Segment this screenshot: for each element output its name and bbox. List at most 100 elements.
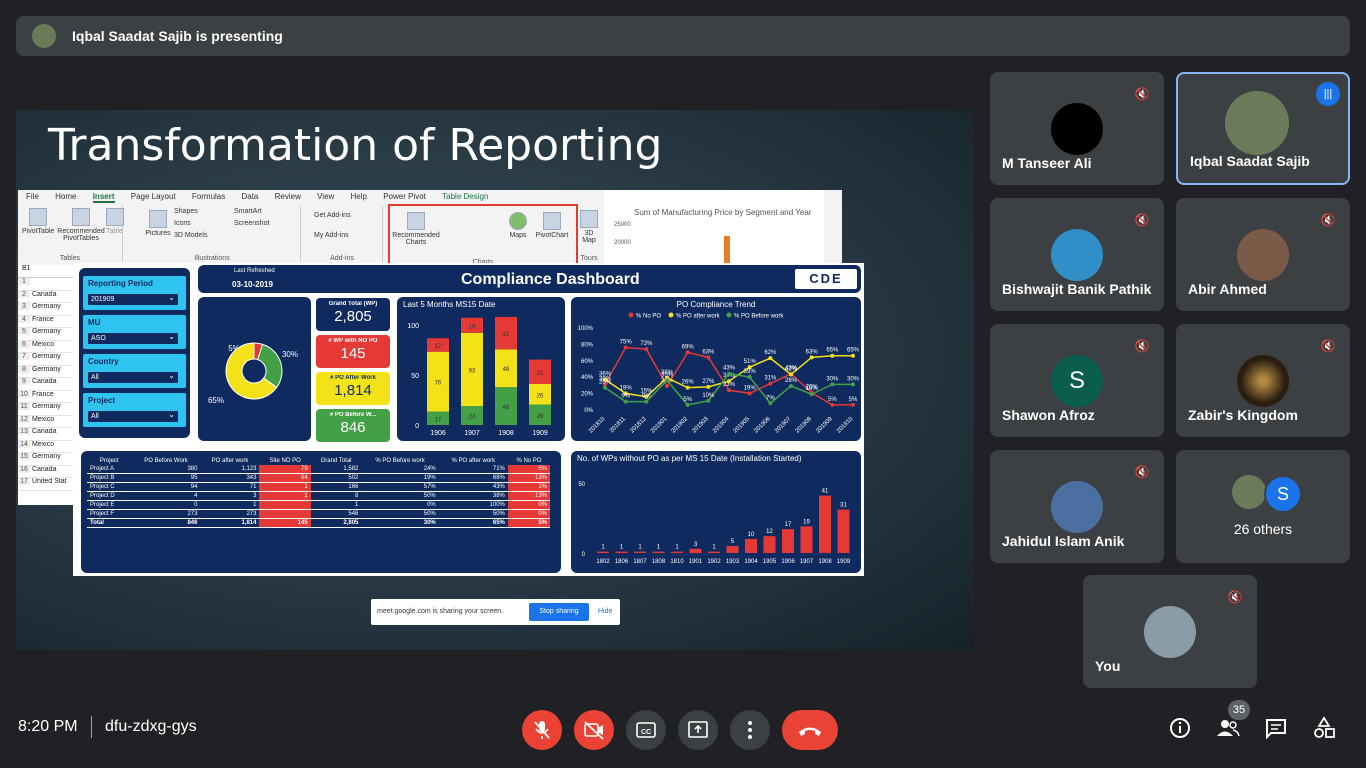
hangup-icon <box>799 727 821 736</box>
filter-project: Project All <box>83 393 186 427</box>
participant-tile[interactable]: 🔇 Zabir's Kingdom <box>1176 324 1350 437</box>
ribbon-tab: View <box>317 192 335 201</box>
column-header[interactable]: % PO after work <box>439 457 508 465</box>
group-label: Illustrations <box>194 255 230 262</box>
data-point <box>665 384 669 389</box>
cell-value: Mexico <box>30 415 55 423</box>
data-label: 65% <box>847 348 860 354</box>
mic-toggle-button[interactable] <box>522 710 562 750</box>
activities-button[interactable] <box>1309 713 1339 743</box>
participant-tile[interactable]: 🔇 Jahidul Islam Anik <box>990 450 1164 563</box>
bar-data-label: 19 <box>803 519 810 525</box>
more-options-button[interactable] <box>730 710 770 750</box>
ribbon-group-tours: 3D Map Tours <box>576 206 602 262</box>
self-tile[interactable]: 🔇 You <box>1083 575 1257 688</box>
data-point <box>768 401 773 406</box>
bar-data-label: 48 <box>503 367 510 373</box>
stop-sharing-button[interactable]: Stop sharing <box>529 603 589 621</box>
group-label: Tables <box>59 255 81 262</box>
activities-icon <box>1314 716 1335 738</box>
filter-select[interactable]: All <box>88 409 178 422</box>
column-header[interactable]: Project <box>87 457 132 465</box>
participant-tile[interactable]: 🔇 M Tanseer Ali <box>990 72 1164 185</box>
ribbon-tab: Formulas <box>191 192 226 201</box>
column-header[interactable]: PO after work <box>200 457 259 465</box>
table-cell: 43% <box>438 482 508 492</box>
y-tick-label: 20% <box>581 392 594 398</box>
meeting-details-button[interactable] <box>1165 713 1195 743</box>
mic-off-icon: 🔇 <box>1134 87 1150 101</box>
people-count-badge: 35 <box>1228 700 1250 720</box>
table-cell: 4 <box>131 491 201 501</box>
bar-data-label: 31 <box>840 503 847 509</box>
sheet-row: 10 France <box>18 390 76 403</box>
screenshot-tool: Screenshot <box>234 220 270 227</box>
table-cell: 79 <box>259 465 311 474</box>
present-button[interactable] <box>678 710 718 750</box>
y-tick-label: 80% <box>581 342 594 348</box>
participant-tile[interactable]: 🔇 Bishwajit Banik Pathik <box>990 198 1164 311</box>
table-cell: 13% <box>507 491 550 501</box>
svg-text:CC: CC <box>641 729 651 736</box>
sheet-row: 1 <box>18 278 76 291</box>
stacked-bar-chart: 100 50 0 17 76 17 1906 24 93 19 1907 48 48 41 1908 26 26… <box>407 317 551 437</box>
data-point <box>603 385 607 390</box>
column-header[interactable]: Grand Total <box>311 457 362 465</box>
x-tick-label: 1806 <box>615 559 629 565</box>
stacked-bar-title: Last 5 Months MS15 Date <box>403 300 496 309</box>
avatar-initial: S <box>1264 475 1302 513</box>
data-point <box>851 353 855 358</box>
data-point <box>623 399 628 404</box>
table-body: Project A 380 1,123 79 1,582 24% 71% 5% Project … <box>87 465 550 528</box>
filter-select[interactable]: All <box>88 370 178 383</box>
x-tick-label: 1906 <box>781 559 795 565</box>
leave-call-button[interactable] <box>782 710 838 750</box>
ribbon-tab: Home <box>55 192 77 201</box>
filter-label: Country <box>88 357 119 366</box>
table-tool: Table <box>106 208 124 235</box>
filter-select[interactable]: 201909 <box>88 292 178 305</box>
table-cell: 71% <box>438 465 508 474</box>
camera-toggle-button[interactable] <box>574 710 614 750</box>
x-tick-label: 201811 <box>609 416 628 435</box>
table-cell: 19% <box>361 473 439 483</box>
table-cell: 273 <box>200 509 260 519</box>
table-row: Project A 380 1,123 79 1,582 24% 71% 5% <box>87 465 550 474</box>
mic-off-icon: 🔇 <box>1227 590 1243 604</box>
ribbon-tab: Power Pivot <box>383 192 426 201</box>
info-icon <box>1170 718 1190 738</box>
picture-icon <box>149 210 167 228</box>
x-tick-label: 201905 <box>733 416 752 435</box>
participant-tile-active[interactable]: ||| Iqbal Saadat Sajib <box>1176 72 1350 185</box>
filter-select[interactable]: ASO <box>88 331 178 344</box>
column-header[interactable]: % PO Before work <box>361 457 438 465</box>
cell-value: Canada <box>30 378 57 385</box>
camera-off-icon <box>584 721 604 740</box>
filter-label: Project <box>88 396 116 405</box>
participant-tile[interactable]: 🔇 S Shawon Afroz <box>990 324 1164 437</box>
excel-chart-thumbnail: Sum of Manufacturing Price by Segment an… <box>604 190 824 265</box>
clock: 8:20 PM <box>18 718 78 735</box>
participant-tile[interactable]: 🔇 Abir Ahmed <box>1176 198 1350 311</box>
sheet-row: 17 United Stat <box>18 478 76 491</box>
others-tile[interactable]: S 26 others <box>1176 450 1350 563</box>
x-tick-label: 201904 <box>712 416 731 435</box>
captions-button[interactable]: CC <box>626 710 666 750</box>
table-cell: 0 <box>131 500 201 510</box>
table-cell: 65% <box>438 518 508 528</box>
filter-country: Country All <box>83 354 186 388</box>
x-tick-label: 1905 <box>763 559 777 565</box>
table-cell: Project E <box>87 500 132 510</box>
data-point <box>685 402 690 407</box>
column-header[interactable]: % No PO <box>508 457 550 465</box>
x-tick-label: 201908 <box>795 416 814 435</box>
column-header[interactable]: PO Before Work <box>132 457 201 465</box>
column-header[interactable]: Site NO PO <box>259 457 310 465</box>
data-label: 5% <box>828 397 837 403</box>
x-tick-label: 1901 <box>689 559 703 565</box>
data-point <box>623 345 628 350</box>
bar-data-label: 17 <box>435 417 442 423</box>
chat-button[interactable] <box>1261 713 1291 743</box>
y-tick-label: 0 <box>582 552 586 558</box>
hide-button[interactable]: Hide <box>598 608 612 615</box>
